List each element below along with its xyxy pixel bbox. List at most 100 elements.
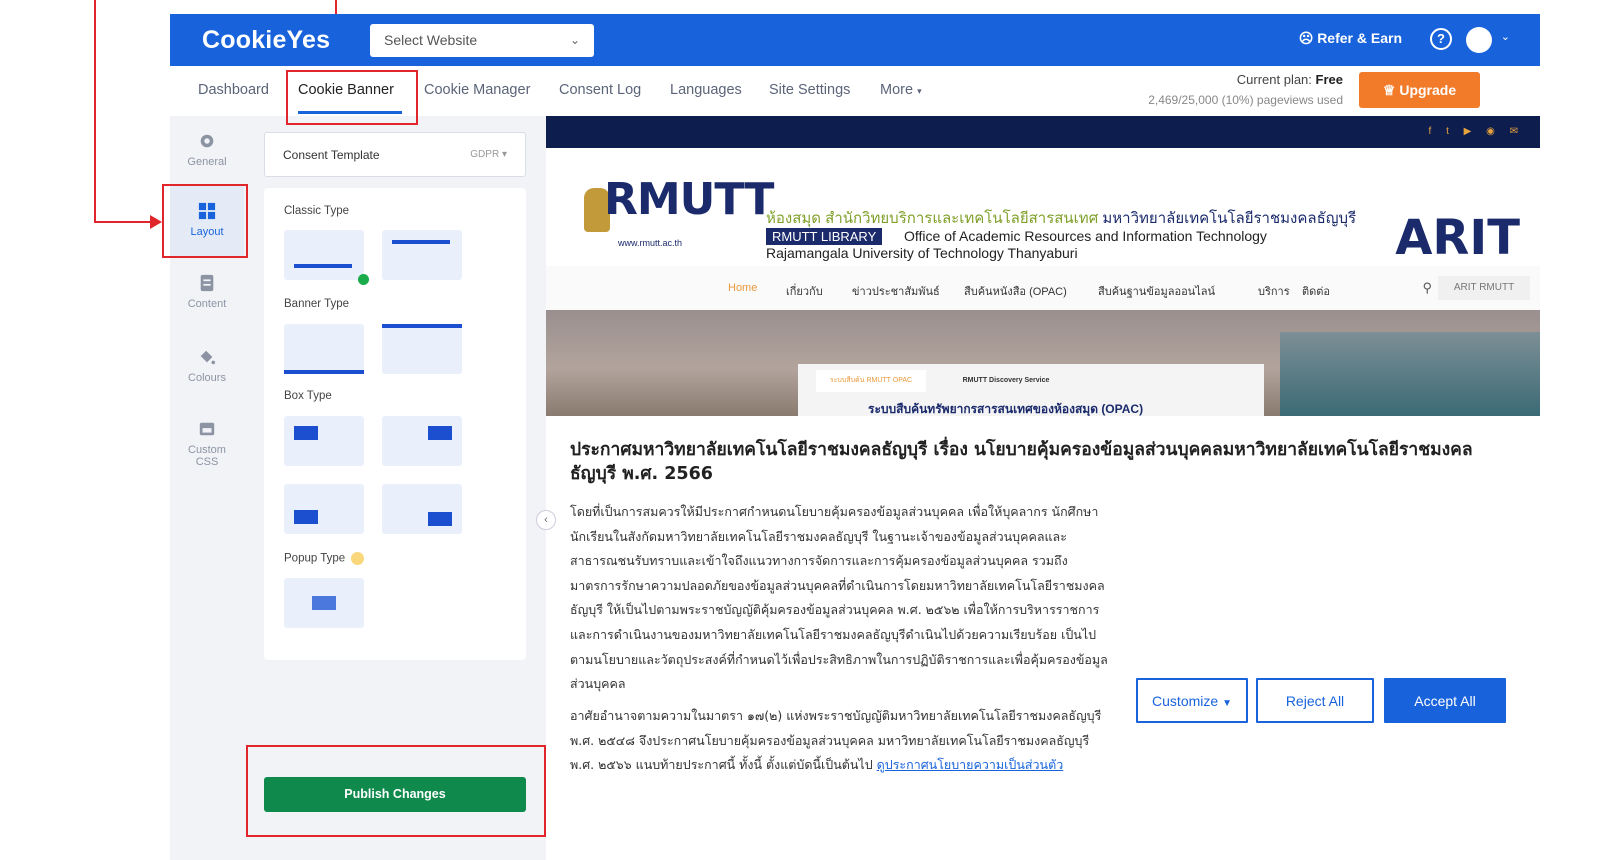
cookieyes-logo[interactable]: CookieYes	[202, 26, 330, 55]
tab-consent-log[interactable]: Consent Log	[559, 82, 641, 98]
chevron-down-icon[interactable]: ⌄	[1501, 30, 1510, 43]
annotation-arrowhead-right	[150, 215, 162, 229]
paint-bucket-icon	[200, 350, 216, 365]
tab-more-label: More	[880, 82, 914, 98]
university-name: Rajamangala University of Technology Tha…	[766, 245, 1078, 261]
plan-label: Current plan:	[1236, 72, 1312, 87]
site-menu-home[interactable]: Home	[728, 282, 757, 294]
top-bar: CookieYes Select Website ⌄ ☹ Refer & Ear…	[170, 14, 1540, 66]
box-layout-top-left[interactable]	[284, 416, 364, 466]
site-menu-databases[interactable]: สืบค้นฐานข้อมูลออนไลน์	[1098, 282, 1215, 300]
crown-icon: ♕	[1382, 82, 1396, 98]
banner-layout-top[interactable]	[382, 324, 462, 374]
hero-tab-discovery[interactable]: RMUTT Discovery Service	[946, 370, 1066, 392]
upgrade-label: Upgrade	[1399, 82, 1457, 98]
annotation-line-horizontal-left	[94, 221, 152, 223]
box-layout-bottom-left[interactable]	[284, 484, 364, 534]
tab-site-settings[interactable]: Site Settings	[769, 82, 850, 98]
user-icon: ☹	[1298, 30, 1314, 46]
sidebar-label-content: Content	[187, 298, 227, 310]
refer-earn-link[interactable]: ☹ Refer & Earn	[1299, 30, 1402, 47]
avatar[interactable]	[1466, 27, 1492, 53]
rmutt-url: www.rmutt.ac.th	[618, 238, 683, 248]
banner-paragraph-1: โดยที่เป็นการสมควรให้มีประกาศกำหนดนโยบาย…	[570, 504, 1108, 692]
preview-site-menu: Home เกี่ยวกับ ข่าวประชาสัมพันธ์ สืบค้นห…	[546, 266, 1540, 310]
sidebar-label-custom-css: Custom CSS	[188, 444, 226, 468]
reject-all-button[interactable]: Reject All	[1256, 678, 1374, 723]
thai-library-title: ห้องสมุด สำนักวิทยบริการและเทคโนโลยีสารส…	[766, 206, 1356, 230]
social-icons: f t ▶ ◉ ✉	[1428, 126, 1524, 137]
sidebar-item-content[interactable]: Content	[170, 274, 244, 334]
tab-more[interactable]: More ▾	[880, 82, 922, 98]
help-icon[interactable]: ?	[1430, 28, 1452, 50]
cookieyes-app: CookieYes Select Website ⌄ ☹ Refer & Ear…	[162, 14, 1540, 860]
annotation-box-cookie-banner-tab	[286, 70, 418, 125]
document-icon	[200, 274, 214, 292]
pageviews-usage: 2,469/25,000 (10%) pageviews used	[1148, 93, 1343, 107]
box-layout-bottom-right[interactable]	[382, 484, 462, 534]
consent-template-label: Consent Template	[283, 148, 380, 162]
tab-languages[interactable]: Languages	[670, 82, 742, 98]
popup-center-block	[312, 596, 336, 610]
rmutt-logo: RMUTT	[604, 174, 774, 225]
classic-top-bar	[392, 240, 450, 244]
preview-top-strip: f t ▶ ◉ ✉	[546, 116, 1540, 148]
css-icon	[199, 422, 215, 436]
banner-paragraph-2: อาศัยอำนาจตามความในมาตรา ๑๗(๒) แห่งพระรา…	[570, 704, 1110, 778]
customize-button[interactable]: Customize ▼	[1136, 678, 1248, 723]
thai-library-name: ห้องสมุด สำนักวิทยบริการและเทคโนโลยีสารส…	[766, 210, 1099, 227]
site-menu-contact[interactable]: ติดต่อ	[1302, 282, 1330, 300]
popup-type-label: Popup Type	[284, 552, 346, 565]
selected-check-icon	[358, 274, 369, 285]
box-layout-top-right[interactable]	[382, 416, 462, 466]
website-select[interactable]: Select Website ⌄	[370, 24, 594, 57]
classic-layout-bottom[interactable]	[284, 230, 369, 285]
website-preview: f t ▶ ◉ ✉ RMUTT www.rmutt.ac.th ห้องสมุด…	[546, 116, 1540, 860]
current-plan: Current plan: Free	[1237, 72, 1343, 87]
privacy-notice-link[interactable]: ดูประกาศนโยบายความเป็นส่วนตัว	[877, 757, 1064, 772]
site-menu-news[interactable]: ข่าวประชาสัมพันธ์	[852, 282, 940, 300]
sidebar-item-colours[interactable]: Colours	[170, 348, 244, 408]
search-icon[interactable]: ⚲	[1422, 280, 1432, 296]
cookie-banner-preview: ประกาศมหาวิทยาลัยเทคโนโลยีราชมงคลธัญบุรี…	[546, 416, 1540, 860]
accept-all-button[interactable]: Accept All	[1384, 678, 1506, 723]
classic-type-title: Classic Type	[284, 205, 349, 217]
hero-building	[1280, 332, 1540, 416]
consent-template-value: GDPR ▾	[470, 149, 507, 160]
annotation-line-vertical-left	[94, 0, 96, 223]
collapse-panel-chevron-icon[interactable]: ‹	[536, 510, 556, 530]
consent-template-select[interactable]: Consent Template GDPR ▾	[264, 132, 526, 177]
site-menu-opac[interactable]: สืบค้นหนังสือ (OPAC)	[964, 282, 1067, 300]
arit-rmutt-link[interactable]: ARIT RMUTT	[1438, 276, 1530, 300]
site-menu-about[interactable]: เกี่ยวกับ	[786, 282, 823, 300]
hero-search-box: ระบบสืบค้น RMUTT OPAC RMUTT Discovery Se…	[798, 364, 1264, 416]
banner-layout-bottom[interactable]	[284, 324, 364, 374]
tab-dashboard[interactable]: Dashboard	[198, 82, 269, 98]
banner-top-bar	[382, 324, 462, 328]
library-badge: RMUTT LIBRARY	[766, 228, 883, 245]
office-name: Office of Academic Resources and Informa…	[904, 228, 1267, 244]
box-top-left-block	[294, 426, 318, 440]
preview-site-header: RMUTT www.rmutt.ac.th ห้องสมุด สำนักวิทย…	[546, 148, 1540, 278]
hero-tab-opac[interactable]: ระบบสืบค้น RMUTT OPAC	[816, 370, 926, 392]
caret-down-icon: ▼	[1222, 698, 1232, 709]
customize-label: Customize	[1152, 693, 1219, 709]
box-bottom-right-block	[428, 512, 452, 526]
chevron-down-icon: ⌄	[569, 33, 580, 47]
classic-layout-top[interactable]	[382, 230, 462, 280]
sidebar-label-colours: Colours	[188, 372, 226, 384]
caret-down-icon: ▾	[917, 86, 922, 96]
annotation-box-layout-item	[162, 184, 248, 258]
sidebar-item-custom-css[interactable]: Custom CSS	[170, 420, 244, 480]
thai-university-name: มหาวิทยาลัยเทคโนโลยีราชมงคลธัญบุรี	[1102, 210, 1357, 227]
upgrade-button[interactable]: ♕ Upgrade	[1359, 72, 1480, 108]
sidebar-label-general: General	[187, 156, 227, 168]
tab-cookie-manager[interactable]: Cookie Manager	[424, 82, 530, 98]
site-menu-services[interactable]: บริการ	[1258, 282, 1290, 300]
preview-hero-image: ระบบสืบค้น RMUTT OPAC RMUTT Discovery Se…	[546, 310, 1540, 416]
banner-bottom-bar	[284, 370, 364, 374]
premium-crown-icon	[351, 552, 365, 565]
sidebar-item-general[interactable]: General	[170, 132, 244, 192]
layout-options-card: Classic Type Banner Type Box Type Popup …	[264, 188, 526, 660]
popup-layout-center[interactable]	[284, 578, 364, 628]
